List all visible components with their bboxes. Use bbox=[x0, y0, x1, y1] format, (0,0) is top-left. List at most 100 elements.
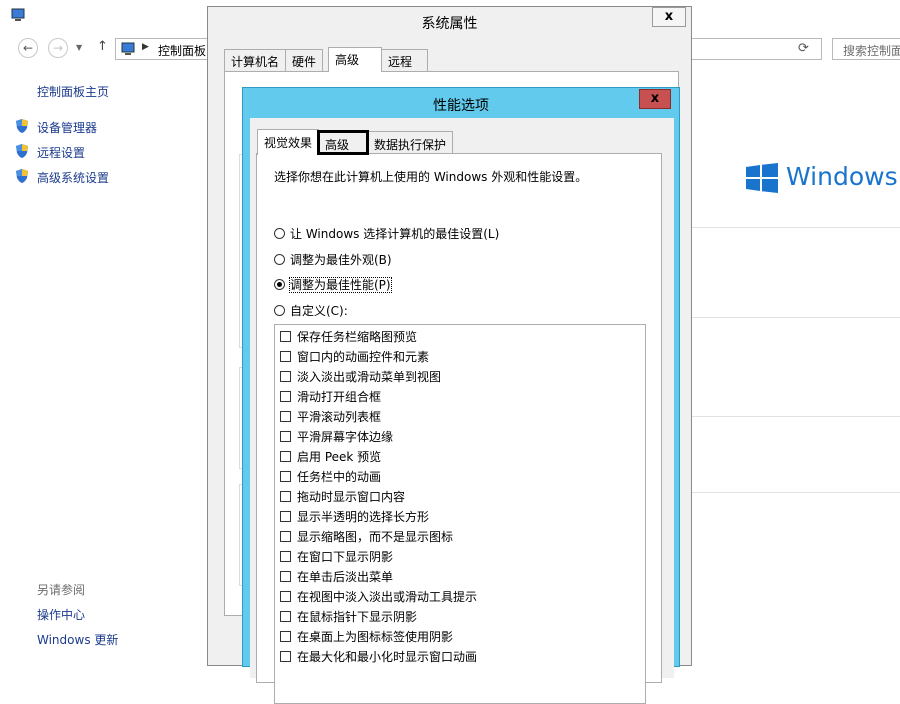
list-item[interactable]: 滑动打开组合框 bbox=[280, 388, 381, 406]
radio-label: 调整为最佳性能(P) bbox=[289, 277, 392, 293]
radio-button[interactable] bbox=[274, 228, 285, 239]
tab-hardware[interactable]: 硬件 bbox=[285, 49, 324, 71]
list-item[interactable]: 显示缩略图，而不是显示图标 bbox=[280, 528, 453, 546]
address-bar-end[interactable]: ⟳ bbox=[690, 38, 822, 60]
tab-advanced[interactable]: 高级 bbox=[317, 130, 369, 155]
close-icon: x bbox=[650, 91, 660, 106]
checkbox[interactable] bbox=[280, 531, 291, 542]
list-item[interactable]: 在最大化和最小化时显示窗口动画 bbox=[280, 648, 477, 666]
checkbox[interactable] bbox=[280, 631, 291, 642]
tab-visual-effects[interactable]: 视觉效果 bbox=[257, 129, 320, 155]
checkbox[interactable] bbox=[280, 411, 291, 422]
option-label: 平滑滚动列表框 bbox=[297, 410, 382, 424]
sidebar-link-advanced-system-settings[interactable]: 高级系统设置 bbox=[37, 169, 109, 186]
checkbox[interactable] bbox=[280, 331, 291, 342]
visual-effects-list[interactable]: 保存任务栏缩略图预览 窗口内的动画控件和元素 淡入淡出或滑动菜单到视图 滑动打开… bbox=[274, 324, 646, 704]
option-label: 在窗口下显示阴影 bbox=[297, 550, 394, 564]
tab-computer-name[interactable]: 计算机名 bbox=[224, 49, 287, 71]
radio-best-appearance[interactable]: 调整为最佳外观(B) bbox=[274, 251, 392, 267]
forward-button[interactable]: → bbox=[48, 38, 68, 58]
list-item[interactable]: 在视图中淡入淡出或滑动工具提示 bbox=[280, 588, 477, 606]
list-item[interactable]: 在鼠标指针下显示阴影 bbox=[280, 608, 417, 626]
radio-button[interactable] bbox=[274, 254, 285, 265]
visual-effects-panel: 选择你想在此计算机上使用的 Windows 外观和性能设置。 让 Windows… bbox=[256, 153, 662, 704]
option-label: 在最大化和最小化时显示窗口动画 bbox=[297, 650, 478, 664]
list-item[interactable]: 拖动时显示窗口内容 bbox=[280, 488, 405, 506]
list-item[interactable]: 保存任务栏缩略图预览 bbox=[280, 328, 417, 346]
dialog-title[interactable]: 性能选项 bbox=[243, 95, 679, 115]
checkbox[interactable] bbox=[280, 611, 291, 622]
list-item[interactable]: 平滑屏幕字体边缘 bbox=[280, 428, 393, 446]
sidebar-link-home[interactable]: 控制面板主页 bbox=[37, 83, 109, 100]
list-item[interactable]: 启用 Peek 预览 bbox=[280, 448, 381, 466]
control-panel-icon bbox=[121, 42, 135, 55]
list-item[interactable]: 任务栏中的动画 bbox=[280, 468, 381, 486]
list-item[interactable]: 在桌面上为图标标签使用阴影 bbox=[280, 628, 453, 646]
option-label: 滑动打开组合框 bbox=[297, 390, 382, 404]
option-label: 显示缩略图，而不是显示图标 bbox=[297, 530, 454, 544]
option-label: 淡入淡出或滑动菜单到视图 bbox=[297, 370, 442, 384]
see-also-heading: 另请参阅 bbox=[37, 583, 86, 597]
checkbox[interactable] bbox=[280, 431, 291, 442]
recent-locations-dropdown-icon[interactable]: ▼ bbox=[76, 43, 82, 52]
windows-brand-text: Windows Se bbox=[786, 162, 900, 191]
tab-remote[interactable]: 远程 bbox=[381, 49, 428, 71]
visual-effects-description: 选择你想在此计算机上使用的 Windows 外观和性能设置。 bbox=[274, 170, 588, 184]
list-item[interactable]: 窗口内的动画控件和元素 bbox=[280, 348, 429, 366]
close-button[interactable]: x bbox=[652, 7, 686, 27]
shield-icon bbox=[16, 169, 28, 183]
shield-icon bbox=[16, 144, 28, 158]
option-label: 在视图中淡入淡出或滑动工具提示 bbox=[297, 590, 478, 604]
radio-button[interactable] bbox=[274, 305, 285, 316]
back-button[interactable]: ← bbox=[18, 38, 38, 58]
address-bar[interactable]: ▶ 控制面板 bbox=[115, 38, 210, 60]
close-icon: x bbox=[664, 9, 674, 24]
sidebar-link-device-manager[interactable]: 设备管理器 bbox=[37, 119, 97, 136]
radio-best-performance[interactable]: 调整为最佳性能(P) bbox=[274, 276, 392, 293]
see-also-link-windows-update[interactable]: Windows 更新 bbox=[37, 631, 118, 648]
close-button[interactable]: x bbox=[639, 89, 671, 109]
dialog-title: 系统属性 bbox=[421, 16, 478, 32]
checkbox[interactable] bbox=[280, 491, 291, 502]
checkbox[interactable] bbox=[280, 471, 291, 482]
list-item[interactable]: 显示半透明的选择长方形 bbox=[280, 508, 429, 526]
radio-label: 让 Windows 选择计算机的最佳设置(L) bbox=[290, 227, 500, 241]
list-item[interactable]: 在单击后淡出菜单 bbox=[280, 568, 393, 586]
breadcrumb[interactable]: 控制面板 bbox=[158, 42, 206, 59]
checkbox[interactable] bbox=[280, 651, 291, 662]
checkbox[interactable] bbox=[280, 351, 291, 362]
option-label: 在鼠标指针下显示阴影 bbox=[297, 610, 418, 624]
up-level-button[interactable]: ↑ bbox=[97, 39, 108, 54]
radio-label: 自定义(C): bbox=[290, 304, 348, 318]
option-label: 拖动时显示窗口内容 bbox=[297, 490, 406, 504]
search-placeholder: 搜索控制面 bbox=[843, 44, 900, 58]
option-label: 平滑屏幕字体边缘 bbox=[297, 430, 394, 444]
list-item[interactable]: 在窗口下显示阴影 bbox=[280, 548, 393, 566]
checkbox[interactable] bbox=[280, 571, 291, 582]
checkbox[interactable] bbox=[280, 511, 291, 522]
sidebar-link-remote-settings[interactable]: 远程设置 bbox=[37, 144, 85, 161]
checkbox[interactable] bbox=[280, 391, 291, 402]
refresh-icon[interactable]: ⟳ bbox=[798, 41, 809, 56]
radio-button[interactable] bbox=[274, 279, 285, 290]
see-also-link-action-center[interactable]: 操作中心 bbox=[37, 606, 85, 623]
list-item[interactable]: 平滑滚动列表框 bbox=[280, 408, 381, 426]
tab-data-execution-prevention[interactable]: 数据执行保护 bbox=[367, 131, 454, 154]
search-input[interactable]: 搜索控制面 bbox=[832, 38, 900, 60]
option-label: 启用 Peek 预览 bbox=[297, 450, 382, 464]
radio-custom[interactable]: 自定义(C): bbox=[274, 302, 348, 318]
list-item[interactable]: 淡入淡出或滑动菜单到视图 bbox=[280, 368, 441, 386]
checkbox[interactable] bbox=[280, 551, 291, 562]
breadcrumb-separator-icon: ▶ bbox=[142, 42, 149, 52]
radio-let-windows-choose[interactable]: 让 Windows 选择计算机的最佳设置(L) bbox=[274, 225, 499, 241]
checkbox[interactable] bbox=[280, 591, 291, 602]
performance-options-dialog: 性能选项 x 视觉效果 高级 数据执行保护 选择你想在此计算机上使用的 Wind… bbox=[242, 87, 680, 704]
option-label: 保存任务栏缩略图预览 bbox=[297, 330, 418, 344]
windows-logo-icon bbox=[746, 163, 778, 193]
divider bbox=[692, 492, 900, 493]
system-properties-titlebar[interactable]: 系统属性 x bbox=[208, 7, 691, 37]
checkbox[interactable] bbox=[280, 451, 291, 462]
option-label: 在桌面上为图标标签使用阴影 bbox=[297, 630, 454, 644]
checkbox[interactable] bbox=[280, 371, 291, 382]
tab-advanced[interactable]: 高级 bbox=[328, 47, 382, 72]
